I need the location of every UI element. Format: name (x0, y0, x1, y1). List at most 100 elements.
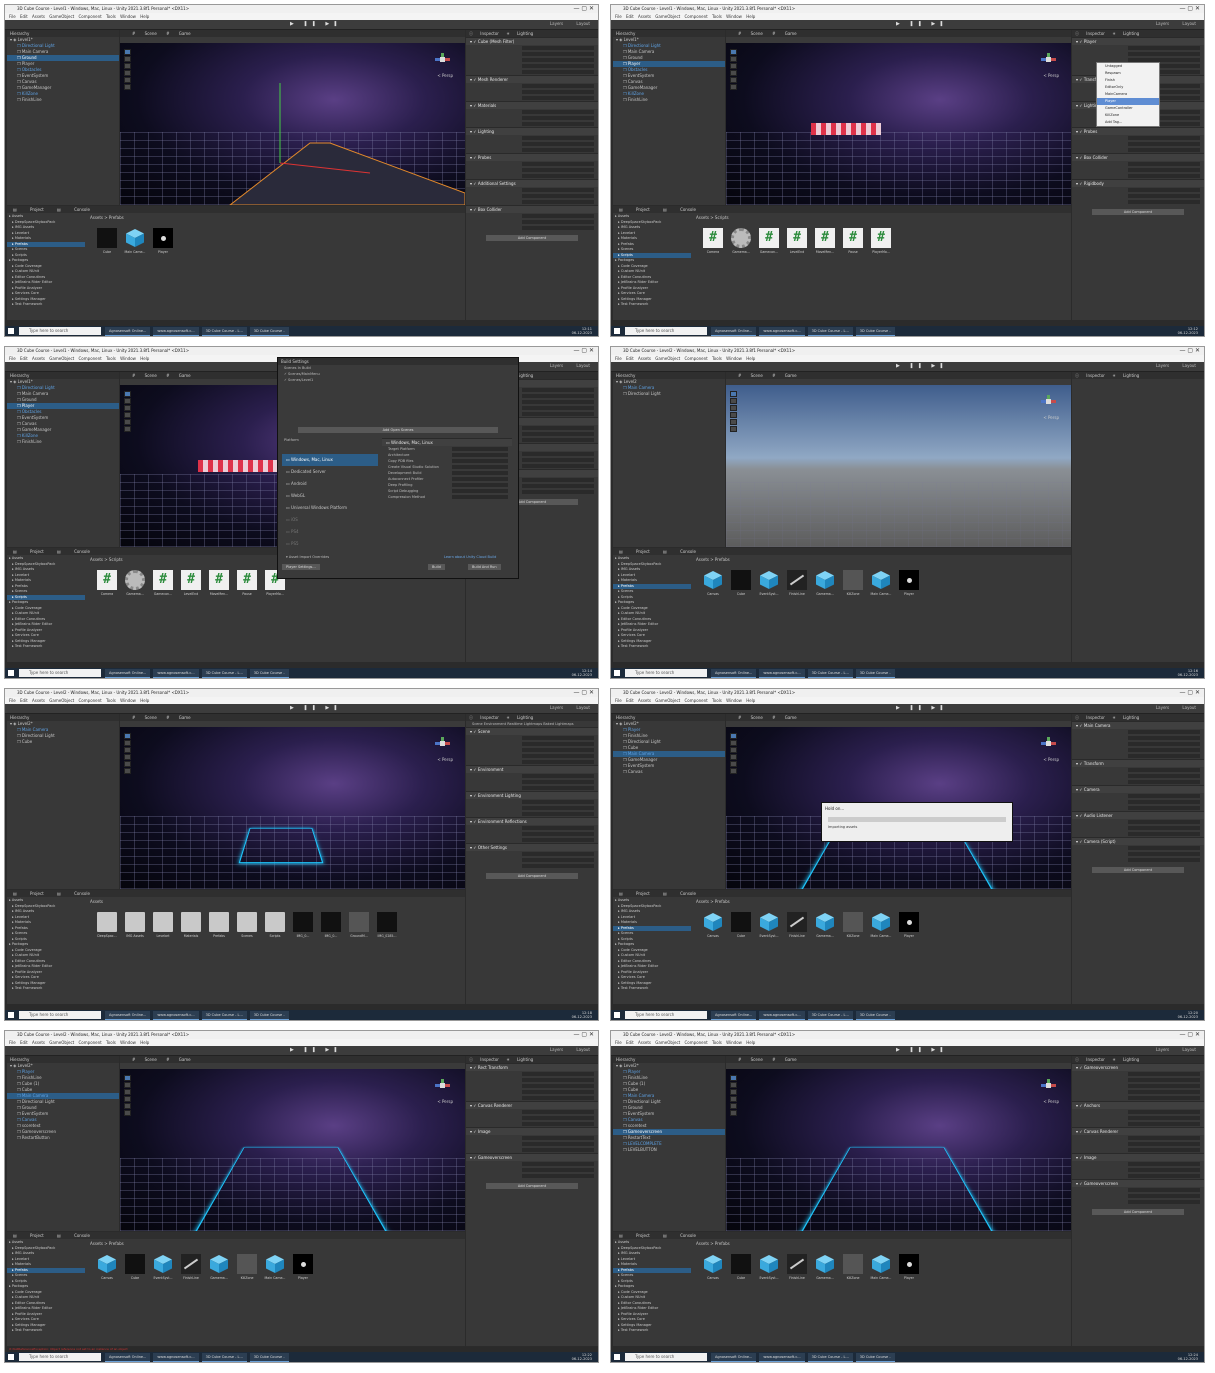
persp-label[interactable]: < Persp (437, 757, 453, 762)
inspector-tabs[interactable]: ⓘ Inspector ☀ Lighting (1072, 1056, 1204, 1063)
field-value[interactable] (522, 200, 594, 204)
inspector-tabs[interactable]: ⓘ Inspector ☀ Lighting (466, 30, 598, 37)
build-and-run-button[interactable]: Build And Run (468, 564, 501, 570)
persp-label[interactable]: < Persp (437, 1099, 453, 1104)
field-value[interactable] (522, 1116, 594, 1120)
inspector-tabs[interactable]: ⓘ Inspector ☀ Lighting (1072, 714, 1204, 721)
taskbar-app[interactable]: 3D Cube Course - L... (201, 1353, 247, 1362)
asset-item[interactable]: KillZone (233, 1254, 261, 1280)
tool-button[interactable] (730, 419, 737, 425)
field-value[interactable] (522, 194, 594, 198)
hierarchy-item[interactable]: ❒ FinishLine (613, 97, 725, 103)
cloud-build-link[interactable]: Learn about Unity Cloud Build (438, 554, 496, 560)
tool-button[interactable] (730, 1075, 737, 1081)
field-value[interactable] (522, 1110, 594, 1114)
inspector-tabs[interactable]: ⓘ Inspector ☀ Lighting (466, 714, 598, 721)
field-value[interactable] (522, 400, 594, 404)
menu-item-tools[interactable]: Tools (106, 1040, 120, 1045)
project-folder[interactable]: ▸ Test Framework (7, 302, 85, 308)
menu-item-assets[interactable]: Assets (32, 14, 49, 19)
menu-item-file[interactable]: File (9, 356, 20, 361)
taskbar-search[interactable]: Type here to search (625, 1353, 707, 1361)
field-value[interactable] (522, 136, 594, 140)
hierarchy-item[interactable]: ❒ Directional Light (613, 391, 725, 397)
scene-viewport[interactable]: < Persp (120, 43, 465, 205)
platform-item[interactable]: ▭ Android (282, 478, 378, 490)
field-value[interactable] (1128, 1078, 1200, 1082)
field-value[interactable] (522, 412, 594, 416)
play-controls[interactable]: ▶ ❚❚ ▶❚ (290, 21, 341, 27)
tab-game[interactable]: # Game (772, 715, 797, 720)
field-value[interactable] (522, 1148, 594, 1152)
tool-button[interactable] (730, 1096, 737, 1102)
field-value[interactable] (1128, 846, 1200, 850)
layers-layout[interactable]: Layers Layout (1156, 363, 1196, 368)
menu-item-component[interactable]: Component (685, 14, 713, 19)
taskbar-app[interactable]: Agnosensoft Online... (105, 1353, 151, 1362)
field-value[interactable] (522, 1122, 594, 1126)
asset-item[interactable]: Gamema... (811, 570, 839, 596)
tab-console[interactable]: ▤ Console (57, 891, 90, 896)
menu-item-gameobject[interactable]: GameObject (49, 356, 78, 361)
tool-button[interactable] (124, 1110, 131, 1116)
field-value[interactable] (1128, 1136, 1200, 1140)
menu-item-gameobject[interactable]: GameObject (49, 14, 78, 19)
start-button[interactable] (614, 1354, 620, 1360)
add-component-button[interactable]: Add Component (1092, 1209, 1184, 1215)
field-value[interactable] (522, 226, 594, 230)
taskbar-app[interactable]: 3D Cube Course - (855, 1353, 895, 1362)
menu-item-assets[interactable]: Assets (638, 14, 655, 19)
project-folder[interactable]: ▸ Test Framework (613, 644, 691, 650)
inspector-section[interactable]: ▾ ✓ Camera (1072, 785, 1204, 793)
field-value[interactable] (522, 70, 594, 74)
inspector-tabs[interactable]: ⓘ Inspector ☀ Lighting (1072, 372, 1204, 379)
layers-layout[interactable]: Layers Layout (550, 21, 590, 26)
taskbar-search[interactable]: Type here to search (19, 1353, 101, 1361)
field-value[interactable] (1128, 1116, 1200, 1120)
menu-item-window[interactable]: Window (726, 356, 746, 361)
inspector-section[interactable]: ▾ ✓ Transform (1072, 759, 1204, 767)
play-controls[interactable]: ▶ ❚❚ ▶❚ (290, 705, 341, 711)
field-value[interactable] (1128, 742, 1200, 746)
inspector-section[interactable]: ▾ ✓ Canvas Renderer (1072, 1127, 1204, 1135)
asset-item[interactable]: Gamema... (121, 570, 149, 596)
tool-button[interactable] (730, 63, 737, 69)
menu-item-edit[interactable]: Edit (20, 1040, 32, 1045)
tab-game[interactable]: # Game (166, 715, 191, 720)
menu-item-component[interactable]: Component (685, 1040, 713, 1045)
field-value[interactable] (522, 110, 594, 114)
inspector-section[interactable]: ▾ ✓ Additional Settings (466, 179, 598, 187)
taskbar-search[interactable]: Type here to search (625, 1011, 707, 1019)
field-value[interactable] (522, 774, 594, 778)
tab-console[interactable]: ▤ Console (663, 891, 696, 896)
field-value[interactable] (522, 832, 594, 836)
asset-item[interactable]: Player (895, 570, 923, 596)
tab-project[interactable]: ▤ Project (13, 549, 57, 554)
project-folder[interactable]: ▸ Test Framework (613, 1328, 691, 1334)
persp-label[interactable]: < Persp (1043, 415, 1059, 420)
field-value[interactable] (1128, 1084, 1200, 1088)
player-settings-button[interactable]: Player Settings... (282, 564, 320, 570)
field-value[interactable] (1128, 194, 1200, 198)
menu-item-gameobject[interactable]: GameObject (655, 698, 684, 703)
field-value[interactable] (1128, 820, 1200, 824)
persp-label[interactable]: < Persp (1043, 1099, 1059, 1104)
tab-project[interactable]: ▤ Project (619, 207, 663, 212)
taskbar-app[interactable]: www.agnosensoft.c... (153, 327, 199, 336)
tool-button[interactable] (124, 398, 131, 404)
option-value[interactable] (452, 477, 508, 481)
platform-item[interactable]: ▭ iOS (282, 514, 378, 526)
start-button[interactable] (8, 1012, 14, 1018)
menu-item-assets[interactable]: Assets (32, 698, 49, 703)
field-value[interactable] (1128, 832, 1200, 836)
tab-game[interactable]: # Game (166, 31, 191, 36)
tool-button[interactable] (730, 77, 737, 83)
asset-item[interactable]: Main Came... (121, 228, 149, 254)
asset-item[interactable]: KillZone (839, 912, 867, 938)
menu-item-edit[interactable]: Edit (626, 356, 638, 361)
asset-item[interactable]: Scenes (233, 912, 261, 938)
field-value[interactable] (1128, 794, 1200, 798)
menu-item-edit[interactable]: Edit (20, 356, 32, 361)
tag-option[interactable]: KillZone (1097, 112, 1159, 119)
asset-item[interactable]: # PlayerMo... (867, 228, 895, 254)
